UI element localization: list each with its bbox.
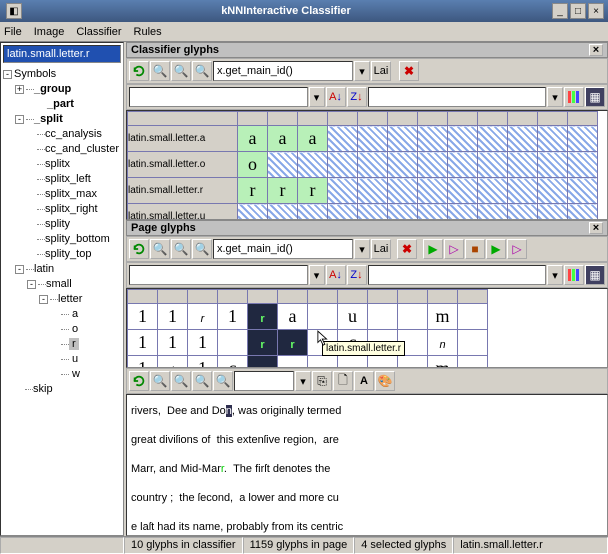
expr-dropdown[interactable]: ▾ [354, 61, 370, 81]
zoom-fit-icon[interactable]: 🔍 [192, 61, 212, 81]
classifier-panel-header: Classifier glyphs × [126, 42, 608, 58]
zoom-fit-icon[interactable]: 🔍 [192, 371, 212, 391]
zoom-fit-icon[interactable]: 🔍 [192, 239, 212, 259]
refresh-icon[interactable] [129, 61, 149, 81]
close-button[interactable]: × [588, 3, 604, 19]
page-glyph-grid[interactable]: 11r1raum111rrcn1!1crm latin.small.letter… [126, 288, 608, 368]
menu-file[interactable]: File [4, 26, 22, 38]
page-toolbar: 🔍 🔍 🔍 x.get_main_id() ▾ Lai ✖ ▶ ▷ ■ ▶ ▷ [126, 236, 608, 262]
document-view[interactable]: rivers, Dee and Don, was originally term… [126, 394, 608, 536]
status-selected-count: 4 selected glyphs [354, 537, 453, 554]
play2-icon[interactable]: ▶ [486, 239, 506, 259]
zoom-out-icon[interactable]: 🔍 [171, 239, 191, 259]
zoom-input[interactable] [234, 371, 294, 391]
zoom-in-icon[interactable]: 🔍 [150, 239, 170, 259]
copy-icon[interactable]: ⎘ [312, 371, 332, 391]
refresh-icon[interactable] [129, 239, 149, 259]
grid-icon[interactable]: ▦ [585, 87, 605, 107]
page-toolbar-2: ▾ A↓ Z↓ ▾ ▦ [126, 262, 608, 288]
page-panel-header: Page glyphs × [126, 220, 608, 236]
menu-image[interactable]: Image [34, 26, 65, 38]
doc-icon[interactable]: 🗋 [333, 371, 353, 391]
symbol-tree-panel: latin.small.letter.r -Symbols +_group _p… [0, 42, 124, 536]
sort-desc-icon[interactable]: Z↓ [347, 87, 367, 107]
filter-input-2[interactable] [368, 87, 547, 107]
delete-icon[interactable]: ✖ [397, 239, 417, 259]
refresh-icon[interactable] [129, 371, 149, 391]
path-input[interactable]: latin.small.letter.r [3, 45, 121, 63]
zoom-out-icon[interactable]: 🔍 [171, 371, 191, 391]
color-icon[interactable]: 🎨 [375, 371, 395, 391]
classifier-toolbar: 🔍 🔍 🔍 x.get_main_id() ▾ Lai ✖ [126, 58, 608, 84]
stop-icon[interactable]: ■ [465, 239, 485, 259]
minimize-button[interactable]: _ [552, 3, 568, 19]
palette-icon[interactable] [564, 87, 584, 107]
glyph-tooltip: latin.small.letter.r [322, 341, 405, 356]
classifier-glyph-grid[interactable]: latin.small.letter.aaaalatin.small.lette… [126, 110, 608, 220]
play3-icon[interactable]: ▷ [507, 239, 527, 259]
delete-icon[interactable]: ✖ [399, 61, 419, 81]
expression-input[interactable]: x.get_main_id() [213, 61, 353, 81]
status-classifier-count: 10 glyphs in classifier [124, 537, 243, 554]
menu-rules[interactable]: Rules [134, 26, 162, 38]
text-icon[interactable]: A [354, 371, 374, 391]
zoom-region-icon[interactable]: 🔍 [213, 371, 233, 391]
window-title: kNNInteractive Classifier [22, 5, 550, 17]
sort-asc-icon[interactable]: A↓ [326, 87, 346, 107]
filter-input-1[interactable] [129, 87, 308, 107]
classifier-toolbar-2: ▾ A↓ Z↓ ▾ ▦ [126, 84, 608, 110]
zoom-out-icon[interactable]: 🔍 [171, 61, 191, 81]
play-icon[interactable]: ▶ [423, 239, 443, 259]
close-icon[interactable]: × [589, 44, 603, 56]
status-current-glyph: latin.small.letter.r [453, 537, 608, 554]
play-alt-icon[interactable]: ▷ [444, 239, 464, 259]
grid-icon[interactable]: ▦ [585, 265, 605, 285]
expression-input[interactable]: x.get_main_id() [213, 239, 353, 259]
lai-button[interactable]: Lai [371, 61, 391, 81]
palette-icon[interactable] [564, 265, 584, 285]
statusbar: 10 glyphs in classifier 1159 glyphs in p… [0, 536, 608, 554]
sort-desc-icon[interactable]: Z↓ [347, 265, 367, 285]
sort-asc-icon[interactable]: A↓ [326, 265, 346, 285]
maximize-button[interactable]: □ [570, 3, 586, 19]
menubar: File Image Classifier Rules [0, 22, 608, 42]
zoom-in-icon[interactable]: 🔍 [150, 371, 170, 391]
docview-toolbar: 🔍 🔍 🔍 🔍 ▾ ⎘ 🗋 A 🎨 [126, 368, 608, 394]
menu-classifier[interactable]: Classifier [76, 26, 121, 38]
lai-button[interactable]: Lai [371, 239, 391, 259]
close-icon[interactable]: × [589, 222, 603, 234]
sysmenu-icon[interactable]: ◧ [6, 3, 22, 19]
status-page-count: 1159 glyphs in page [243, 537, 355, 554]
zoom-in-icon[interactable]: 🔍 [150, 61, 170, 81]
symbol-tree[interactable]: -Symbols +_group _part -_split cc_analys… [1, 65, 123, 535]
